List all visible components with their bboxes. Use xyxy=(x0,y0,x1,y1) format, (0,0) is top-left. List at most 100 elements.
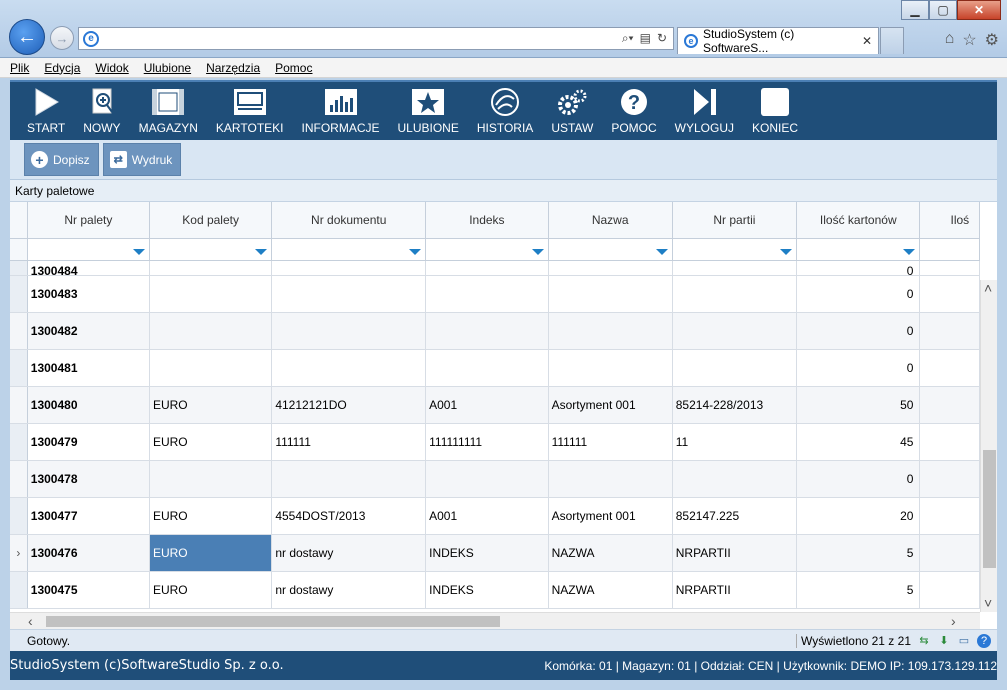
column-header[interactable]: Nr palety xyxy=(27,202,150,239)
document-number-cell[interactable] xyxy=(271,275,427,313)
carton-count-cell[interactable]: 0 xyxy=(796,275,921,313)
pallet-code-cell[interactable] xyxy=(149,460,273,498)
name-cell[interactable] xyxy=(548,312,673,350)
overflow-cell[interactable] xyxy=(919,571,980,609)
filter-cell[interactable] xyxy=(271,238,427,261)
column-header[interactable]: Nr partii xyxy=(672,202,798,239)
row-indicator[interactable] xyxy=(10,497,28,535)
carton-count-cell[interactable]: 0 xyxy=(796,260,921,276)
address-bar[interactable]: e ⌕▾ ▤ ↻ xyxy=(78,27,674,50)
name-cell[interactable] xyxy=(548,349,673,387)
name-cell[interactable] xyxy=(548,275,673,313)
print-button[interactable]: ⇄ Wydruk xyxy=(102,143,182,176)
name-cell[interactable] xyxy=(548,460,673,498)
pallet-number-cell[interactable]: 1300479 xyxy=(27,423,150,461)
batch-number-cell[interactable]: 852147.225 xyxy=(672,497,798,535)
table-row[interactable]: 1300484 0 xyxy=(10,260,980,276)
column-header[interactable]: Ilość kartonów xyxy=(796,202,921,239)
pallet-code-cell[interactable] xyxy=(149,349,273,387)
batch-number-cell[interactable]: NRPARTII xyxy=(672,534,798,572)
table-row[interactable]: 1300478 0 xyxy=(10,460,980,498)
batch-number-cell[interactable] xyxy=(672,349,798,387)
pallet-number-cell[interactable]: 1300484 xyxy=(27,260,150,276)
table-row[interactable]: 1300481 0 xyxy=(10,349,980,387)
help-icon[interactable]: ? xyxy=(977,633,991,648)
index-cell[interactable]: INDEKS xyxy=(425,534,549,572)
carton-count-cell[interactable]: 5 xyxy=(796,534,921,572)
filter-icon[interactable] xyxy=(903,249,916,255)
filter-icon[interactable] xyxy=(780,249,793,255)
pallet-code-cell[interactable]: EURO xyxy=(149,534,273,572)
table-row[interactable]: 1300480 EURO 41212121DO A001 Asortyment 001 8… xyxy=(10,386,980,424)
overflow-cell[interactable] xyxy=(919,423,980,461)
scroll-down-icon[interactable]: ˅ xyxy=(984,595,992,612)
index-cell[interactable] xyxy=(425,349,549,387)
table-row[interactable]: 1300479 EURO 111111 111111111 111111 11 45 xyxy=(10,423,980,461)
carton-count-cell[interactable]: 5 xyxy=(796,571,921,609)
pallet-number-cell[interactable]: 1300481 xyxy=(27,349,150,387)
search-icon[interactable]: ⌕▾ xyxy=(622,31,634,46)
forward-button[interactable]: → xyxy=(50,26,74,50)
toolbar-cards-button[interactable]: KARTOTEKI xyxy=(207,82,293,140)
filter-cell[interactable] xyxy=(548,238,673,261)
menu-file[interactable]: Plik xyxy=(10,61,29,75)
vertical-scrollbar[interactable]: ˄ ˅ xyxy=(980,280,997,612)
settings-gear-icon[interactable]: ⚙ xyxy=(985,30,999,50)
document-number-cell[interactable] xyxy=(271,312,427,350)
table-row[interactable]: › 1300476 EURO nr dostawy INDEKS NAZWA NRPARTI… xyxy=(10,534,980,572)
carton-count-cell[interactable]: 0 xyxy=(796,460,921,498)
name-cell[interactable]: NAZWA xyxy=(548,571,673,609)
filter-cell[interactable] xyxy=(149,238,273,261)
index-cell[interactable] xyxy=(425,275,549,313)
row-indicator[interactable] xyxy=(10,571,28,609)
back-button[interactable]: ← xyxy=(9,19,45,55)
row-indicator[interactable] xyxy=(10,423,28,461)
table-row[interactable]: 1300482 0 xyxy=(10,312,980,350)
menu-favorites[interactable]: Ulubione xyxy=(144,61,191,75)
index-cell[interactable]: A001 xyxy=(425,497,549,535)
document-number-cell[interactable]: 41212121DO xyxy=(271,386,427,424)
column-header[interactable]: Iloś xyxy=(919,202,980,239)
filter-icon[interactable] xyxy=(132,249,145,255)
toolbar-favorites-button[interactable]: ULUBIONE xyxy=(389,82,468,140)
document-number-cell[interactable] xyxy=(271,460,427,498)
browser-tab[interactable]: e StudioSystem (c) SoftwareS... ✕ xyxy=(677,27,879,55)
row-indicator[interactable] xyxy=(10,275,28,313)
column-header[interactable]: Indeks xyxy=(425,202,549,239)
pallet-number-cell[interactable]: 1300475 xyxy=(27,571,150,609)
name-cell[interactable]: NAZWA xyxy=(548,534,673,572)
filter-icon[interactable] xyxy=(409,249,422,255)
toolbar-warehouse-button[interactable]: MAGAZYN xyxy=(130,82,207,140)
menu-tools[interactable]: Narzędzia xyxy=(206,61,260,75)
export-icon[interactable]: ⬇ xyxy=(937,634,951,648)
overflow-cell[interactable] xyxy=(919,386,980,424)
carton-count-cell[interactable]: 45 xyxy=(796,423,921,461)
document-number-cell[interactable]: nr dostawy xyxy=(271,571,427,609)
favorites-star-icon[interactable]: ☆ xyxy=(962,30,976,50)
row-indicator[interactable] xyxy=(10,349,28,387)
index-cell[interactable] xyxy=(425,312,549,350)
column-header[interactable]: Nr dokumentu xyxy=(271,202,427,239)
pallet-code-cell[interactable] xyxy=(149,275,273,313)
filter-cell[interactable] xyxy=(919,238,980,261)
pallet-code-cell[interactable] xyxy=(149,312,273,350)
document-number-cell[interactable]: nr dostawy xyxy=(271,534,427,572)
index-cell[interactable] xyxy=(425,460,549,498)
filter-cell[interactable] xyxy=(796,238,921,261)
horizontal-scrollbar[interactable]: ‹ › xyxy=(10,612,980,629)
batch-number-cell[interactable]: 11 xyxy=(672,423,798,461)
table-row[interactable]: 1300483 0 xyxy=(10,275,980,313)
home-icon[interactable]: ⌂ xyxy=(945,30,955,50)
name-cell[interactable]: 111111 xyxy=(548,423,673,461)
filter-icon[interactable] xyxy=(655,249,668,255)
menu-help[interactable]: Pomoc xyxy=(275,61,312,75)
carton-count-cell[interactable]: 0 xyxy=(796,349,921,387)
batch-number-cell[interactable] xyxy=(672,275,798,313)
filter-cell[interactable] xyxy=(672,238,798,261)
batch-number-cell[interactable]: 85214-228/2013 xyxy=(672,386,798,424)
overflow-cell[interactable] xyxy=(919,312,980,350)
maximize-button[interactable]: ▢ xyxy=(929,0,957,20)
close-window-button[interactable]: ✕ xyxy=(957,0,1001,20)
toolbar-help-button[interactable]: ? POMOC xyxy=(602,82,665,140)
menu-view[interactable]: Widok xyxy=(95,61,128,75)
